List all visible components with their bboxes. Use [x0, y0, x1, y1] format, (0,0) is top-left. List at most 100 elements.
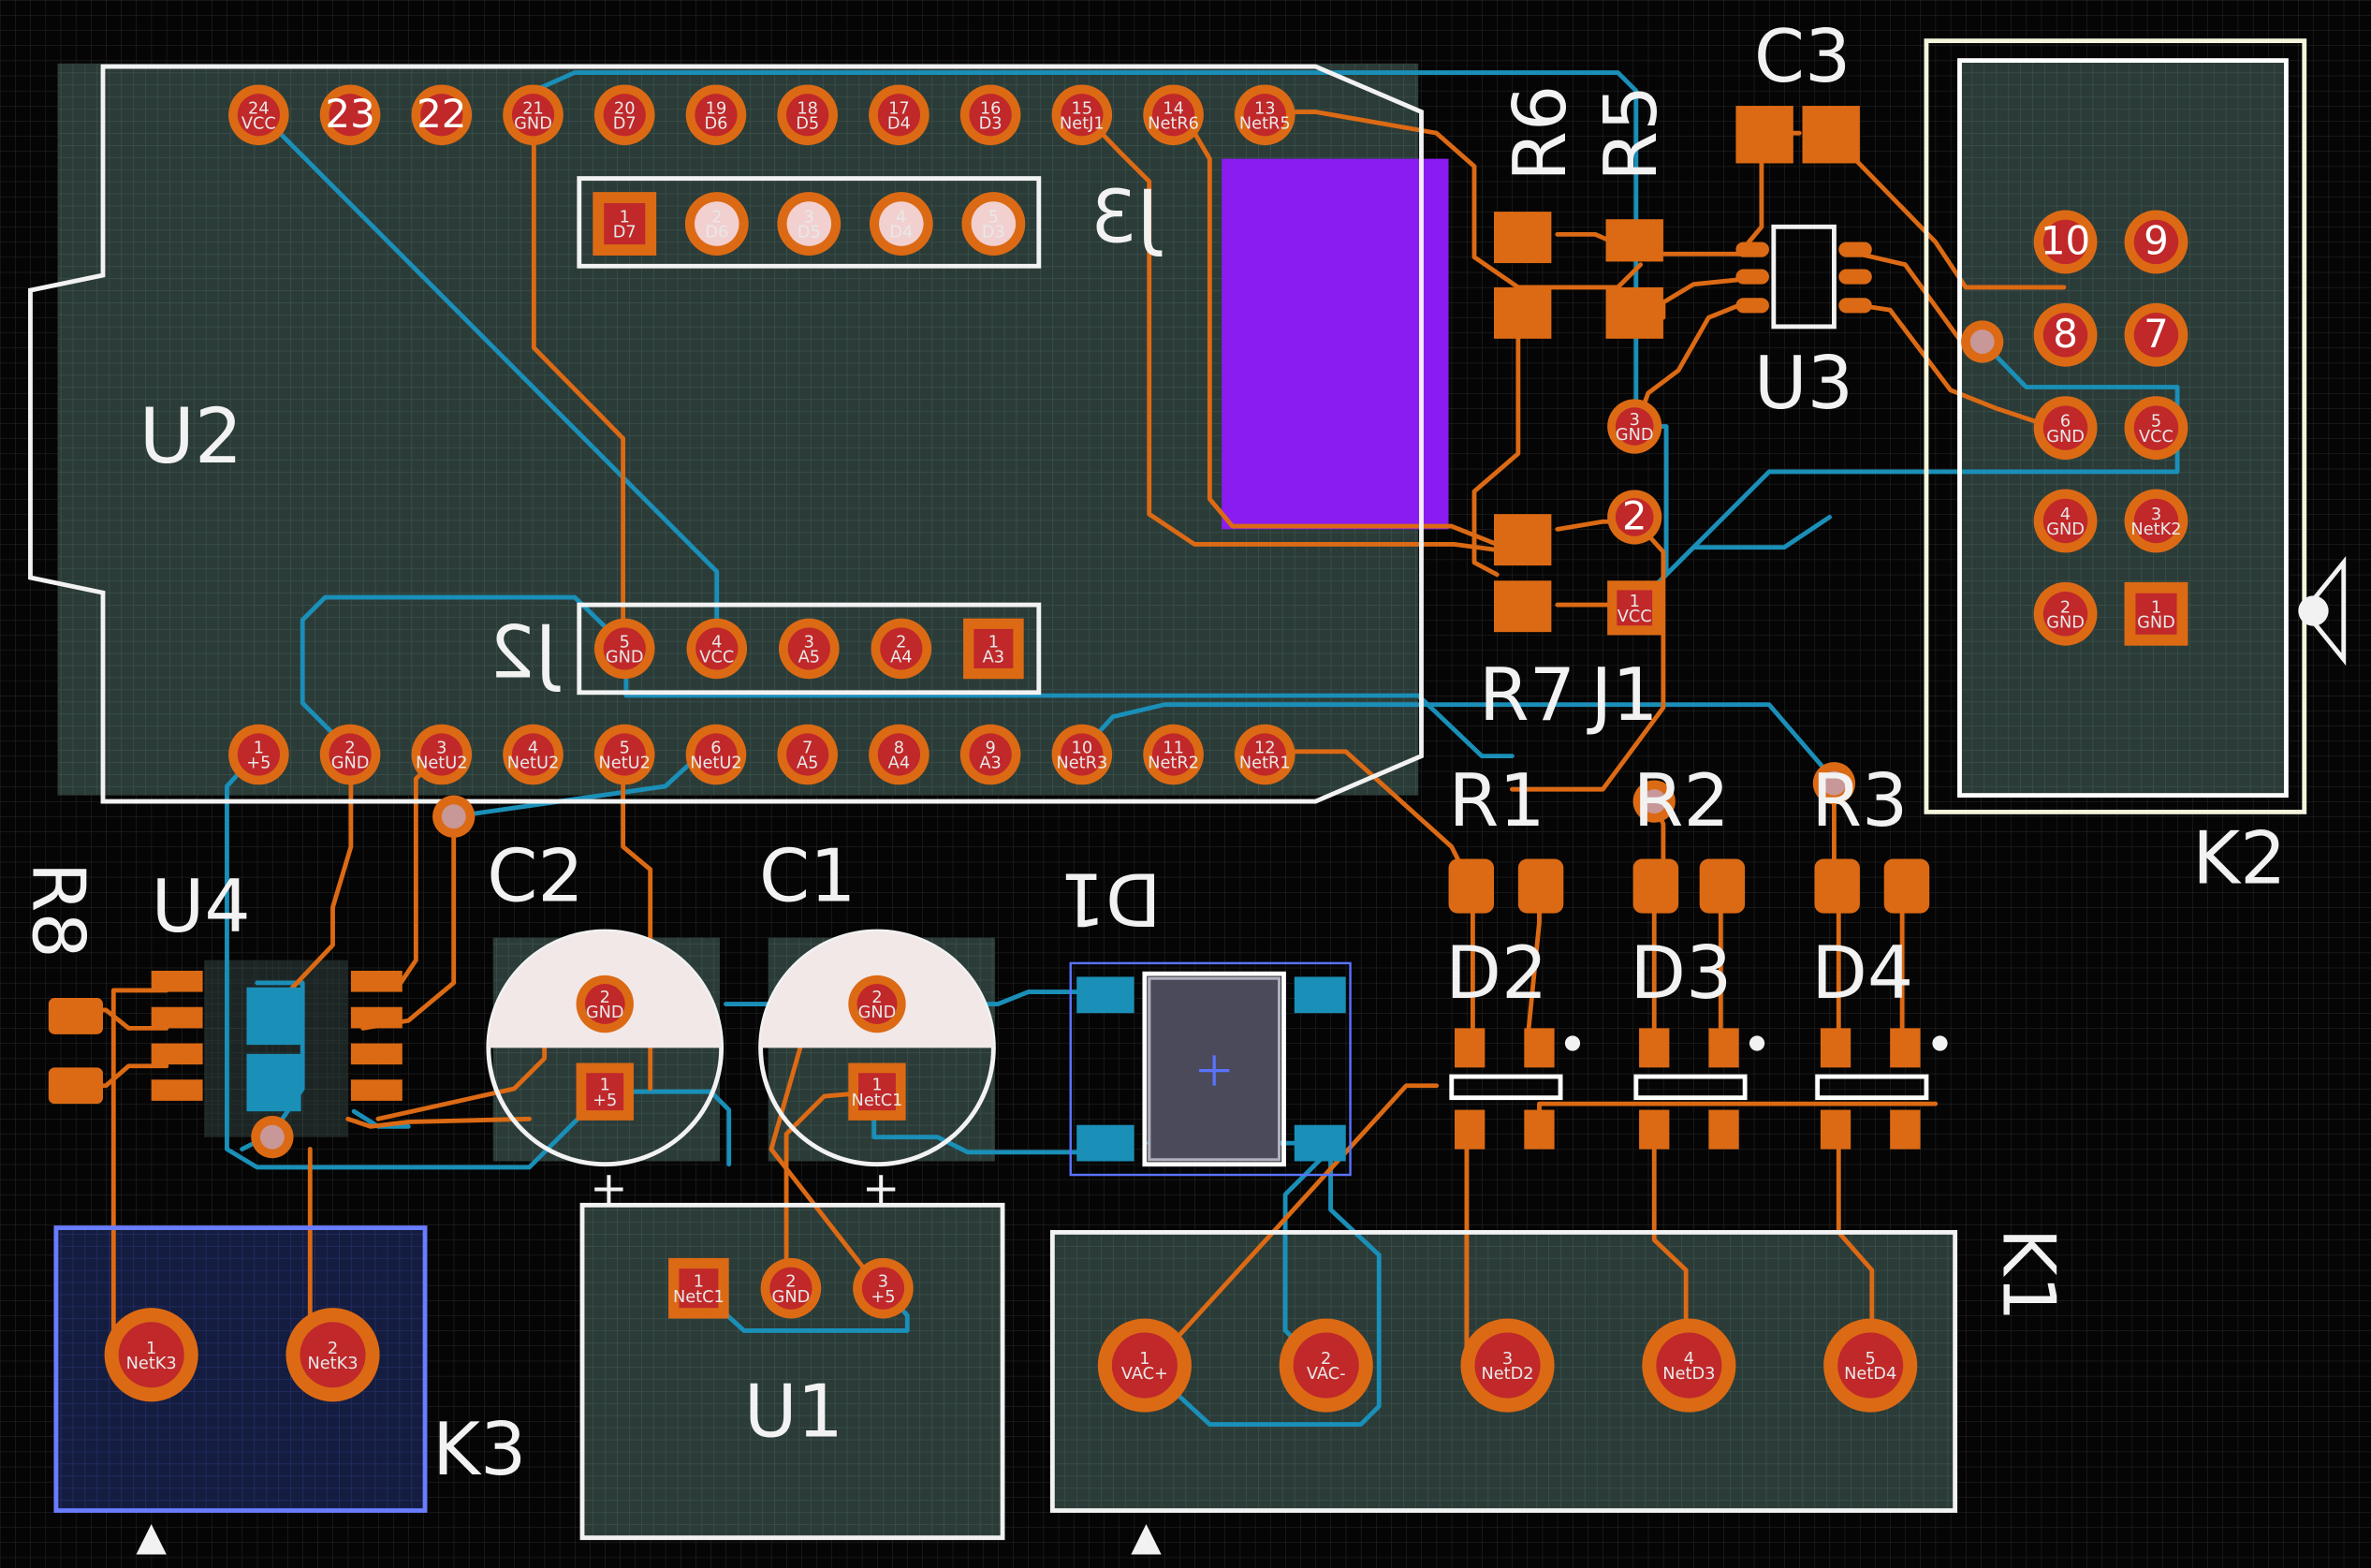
d4-pad-2[interactable]: [1890, 1028, 1921, 1068]
r6-pad-1[interactable]: [1494, 212, 1552, 264]
u2-pin-24[interactable]: 24VCC: [228, 84, 289, 146]
j1-pin-2[interactable]: 2: [1607, 490, 1662, 545]
r5-pad-1[interactable]: [1605, 219, 1663, 262]
d4-pad-1[interactable]: [1820, 1028, 1851, 1068]
u4-pad-1[interactable]: [151, 970, 203, 992]
u2-pin-15[interactable]: 15NetJ1: [1051, 84, 1113, 146]
k3-pin-1[interactable]: 1NetK3: [104, 1308, 198, 1402]
j3-pin-4[interactable]: 4D4: [869, 192, 933, 256]
r8-pad-2[interactable]: [48, 1067, 103, 1105]
c1-pin-2[interactable]: 2GND: [848, 975, 906, 1033]
d1-pad-3[interactable]: [1076, 1124, 1134, 1162]
j1-pin-1[interactable]: 1VCC: [1607, 580, 1662, 636]
u2-pin-18[interactable]: 18D5: [777, 84, 838, 146]
r7-pad-2[interactable]: [1494, 580, 1552, 633]
u2-pin-4[interactable]: 4NetU2: [503, 724, 563, 785]
j2-pin-5[interactable]: 5GND: [593, 618, 655, 680]
u2-pin-5[interactable]: 5NetU2: [593, 724, 655, 785]
r2-pad-1[interactable]: [1632, 858, 1679, 914]
k2-pin-10[interactable]: 10: [2033, 210, 2098, 274]
j1-pin-3[interactable]: 3GND: [1607, 399, 1662, 454]
u2-pin-21[interactable]: 21GND: [503, 84, 563, 146]
k1-pin-5[interactable]: 5NetD4: [1823, 1318, 1918, 1413]
k2-pin-7[interactable]: 7: [2124, 302, 2188, 367]
k2-pin-3[interactable]: 3NetK2: [2124, 489, 2188, 553]
c3-pad-1[interactable]: [1735, 106, 1793, 164]
u2-pin-2[interactable]: 2GND: [319, 724, 381, 785]
u3-pad-6[interactable]: [1838, 298, 1872, 314]
r1-pad-1[interactable]: [1448, 858, 1495, 914]
pcb-board-view[interactable]: 24VCC 23 22 21GND20D719D618D517D416D315NetJ…: [0, 0, 2371, 1568]
d3-pad-4[interactable]: [1708, 1109, 1739, 1150]
via[interactable]: [259, 1124, 285, 1150]
u4-pad-2[interactable]: [151, 1006, 203, 1029]
d3-pad-3[interactable]: [1639, 1109, 1670, 1150]
d3-pad-2[interactable]: [1708, 1028, 1739, 1068]
u2-pin-11[interactable]: 11NetR2: [1143, 724, 1204, 785]
u3-pad-3[interactable]: [1735, 298, 1769, 314]
via[interactable]: [441, 804, 466, 829]
j2-pin-2[interactable]: 2A4: [871, 618, 932, 680]
d2-pad-4[interactable]: [1524, 1109, 1555, 1150]
k2-pin-2[interactable]: 2GND: [2033, 581, 2098, 646]
d3-pad-1[interactable]: [1639, 1028, 1670, 1068]
j3-pin-1[interactable]: 1D7: [593, 192, 657, 256]
c2-pin-1[interactable]: 1+5: [576, 1062, 634, 1121]
c2-pin-2[interactable]: 2GND: [576, 975, 634, 1033]
u2-pin-1[interactable]: 1+5: [228, 724, 289, 785]
d1-pad-1[interactable]: [1076, 976, 1134, 1014]
r7-pad-1[interactable]: [1494, 514, 1552, 566]
k2-pin-5[interactable]: 5VCC: [2124, 396, 2188, 461]
u4-pad-7[interactable]: [350, 1043, 402, 1065]
u4-pad-5[interactable]: [350, 970, 402, 992]
d2-pad-3[interactable]: [1455, 1109, 1486, 1150]
d1-pad-2[interactable]: [1294, 976, 1346, 1014]
u2-pin-7[interactable]: 7A5: [777, 724, 838, 785]
u2-pin-20[interactable]: 20D7: [593, 84, 655, 146]
r2-pad-2[interactable]: [1699, 858, 1746, 914]
j3-pin-5[interactable]: 5D3: [961, 192, 1026, 256]
u4-pad-8[interactable]: [350, 1079, 402, 1101]
d4-pad-3[interactable]: [1820, 1109, 1851, 1150]
u2-pin-8[interactable]: 8A4: [869, 724, 929, 785]
u2-pin-23[interactable]: 23: [319, 84, 381, 146]
k3-pin-2[interactable]: 2NetK3: [285, 1308, 380, 1402]
u3-pad-5[interactable]: [1838, 269, 1872, 285]
k2-pin-1[interactable]: 1GND: [2124, 581, 2188, 646]
k2-pin-9[interactable]: 9: [2124, 210, 2188, 274]
u3-pad-2[interactable]: [1735, 269, 1769, 285]
u2-pin-14[interactable]: 14NetR6: [1143, 84, 1204, 146]
j3-pin-2[interactable]: 2D6: [684, 192, 749, 256]
d2-pad-1[interactable]: [1455, 1028, 1486, 1068]
u2-pin-12[interactable]: 12NetR1: [1234, 724, 1295, 785]
r3-pad-1[interactable]: [1814, 858, 1860, 914]
u2-pin-10[interactable]: 10NetR3: [1051, 724, 1113, 785]
u4-thermal-pad-1[interactable]: [246, 987, 301, 1046]
d2-pad-2[interactable]: [1524, 1028, 1555, 1068]
r3-pad-2[interactable]: [1883, 858, 1930, 914]
u4-pad-3[interactable]: [151, 1043, 203, 1065]
u4-pad-4[interactable]: [151, 1079, 203, 1101]
u2-pin-6[interactable]: 6NetU2: [685, 724, 747, 785]
k1-pin-2[interactable]: 2VAC-: [1279, 1318, 1373, 1413]
k2-body[interactable]: [1959, 60, 2287, 796]
u1-pin-1[interactable]: 1NetC1: [668, 1257, 729, 1319]
j2-pin-3[interactable]: 3A5: [779, 618, 840, 680]
u1-pin-3[interactable]: 3+5: [853, 1257, 914, 1319]
r8-pad-1[interactable]: [48, 998, 103, 1034]
u2-pin-9[interactable]: 9A3: [959, 724, 1021, 785]
d4-pad-4[interactable]: [1890, 1109, 1921, 1150]
u1-pin-2[interactable]: 2GND: [760, 1257, 822, 1319]
j3-pin-3[interactable]: 3D5: [777, 192, 842, 256]
c3-pad-2[interactable]: [1802, 106, 1860, 164]
k2-pin-8[interactable]: 8: [2033, 302, 2098, 367]
u2-pin-22[interactable]: 22: [411, 84, 473, 146]
u2-body[interactable]: [57, 63, 1419, 796]
j2-pin-1[interactable]: 1A3: [963, 618, 1024, 680]
u2-pin-13[interactable]: 13NetR5: [1234, 84, 1295, 146]
j2-pin-4[interactable]: 4VCC: [686, 618, 748, 680]
u2-pin-16[interactable]: 16D3: [959, 84, 1021, 146]
r6-pad-2[interactable]: [1494, 286, 1552, 339]
u2-pin-3[interactable]: 3NetU2: [411, 724, 473, 785]
u4-thermal-pad-2[interactable]: [246, 1053, 301, 1112]
